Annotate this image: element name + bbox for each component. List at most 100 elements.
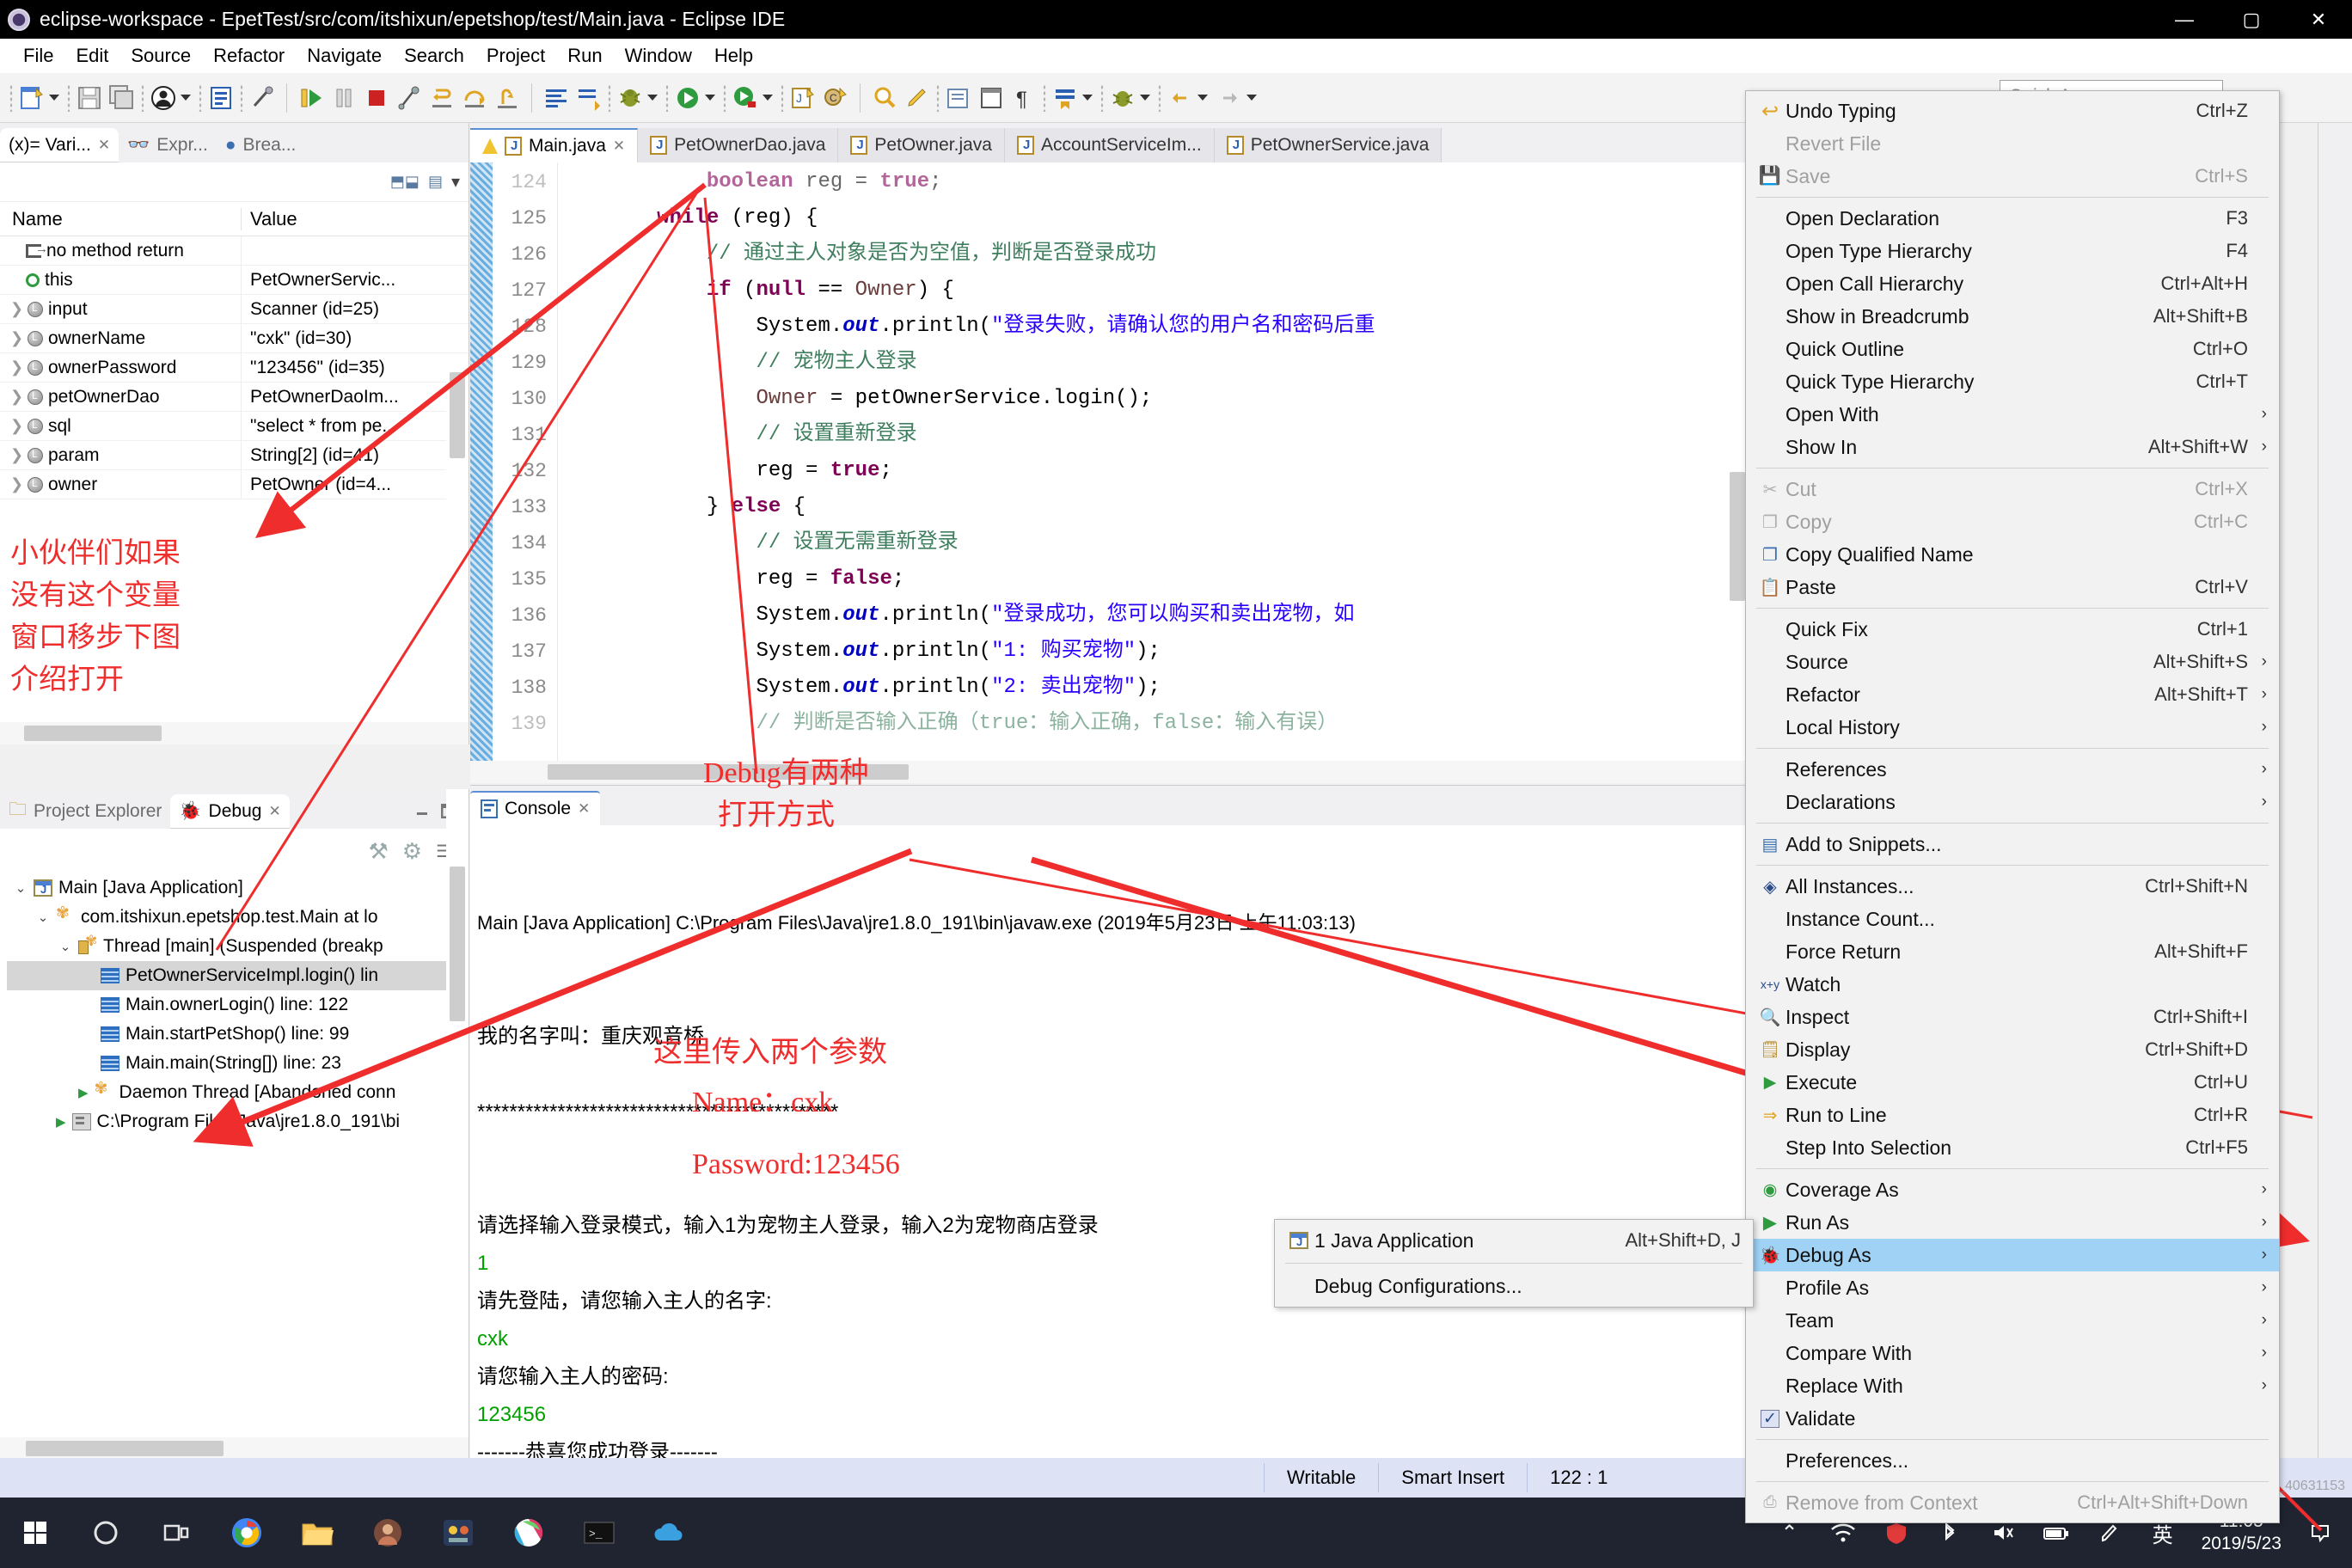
editor-tab[interactable]: PetOwner.java — [838, 128, 1005, 162]
variables-row[interactable]: ❯ownerName"cxk" (id=30) — [0, 324, 469, 353]
breakpoint-ruler[interactable] — [470, 162, 493, 783]
step-into-icon[interactable] — [427, 83, 456, 113]
forward-icon[interactable] — [1215, 83, 1244, 113]
debug-tree-node[interactable]: ▶Daemon Thread [Abandoned conn — [7, 1078, 469, 1107]
submenu-item-1-java-application[interactable]: 1 Java ApplicationAlt+Shift+D, J — [1275, 1222, 1753, 1259]
editor-tab[interactable]: PetOwnerDao.java — [638, 128, 838, 162]
start-icon[interactable] — [0, 1498, 70, 1568]
editor-tab[interactable]: PetOwnerService.java — [1215, 128, 1442, 162]
variables-row[interactable]: ❯paramString[2] (id=41) — [0, 441, 469, 470]
code-line[interactable]: if (null == Owner) { — [558, 273, 1749, 309]
cortana-icon[interactable] — [70, 1498, 141, 1568]
chrome-icon[interactable] — [211, 1498, 282, 1568]
context-menu-item-run-to-line[interactable]: ⇒Run to LineCtrl+R — [1746, 1099, 2279, 1131]
context-menu-item-source[interactable]: SourceAlt+Shift+S› — [1746, 646, 2279, 678]
context-menu-item-open-call-hierarchy[interactable]: Open Call HierarchyCtrl+Alt+H — [1746, 267, 2279, 300]
context-menu-item-instance-count[interactable]: Instance Count... — [1746, 903, 2279, 935]
context-menu-item-compare-with[interactable]: Compare With› — [1746, 1337, 2279, 1369]
step-over-icon[interactable] — [460, 83, 489, 113]
debug-vertical-scrollbar[interactable] — [446, 789, 469, 1434]
variables-row[interactable]: ❯ownerPassword"123456" (id=35) — [0, 353, 469, 383]
bookmark-dropdown-caret-icon[interactable] — [1082, 95, 1093, 101]
context-menu-item-add-to-snippets[interactable]: ▤Add to Snippets... — [1746, 828, 2279, 861]
context-menu-item-copy-qualified-name[interactable]: ❐Copy Qualified Name — [1746, 538, 2279, 571]
debug-threads-icon[interactable]: ⚙ — [402, 838, 422, 865]
next-annotation-icon[interactable] — [574, 83, 603, 113]
new-folder-icon[interactable] — [944, 83, 973, 113]
new-wizard-icon[interactable] — [17, 83, 46, 113]
expand-chevron-icon[interactable]: ⌄ — [14, 880, 28, 896]
context-menu-item-open-declaration[interactable]: Open DeclarationF3 — [1746, 202, 2279, 235]
context-menu-item-declarations[interactable]: Declarations› — [1746, 786, 2279, 818]
back-dropdown-caret-icon[interactable] — [1197, 95, 1208, 101]
code-line[interactable]: System.out.println("2: 卖出宠物"); — [558, 670, 1749, 706]
menu-edit[interactable]: Edit — [64, 41, 119, 70]
save-all-icon[interactable] — [107, 83, 137, 113]
onedrive-icon[interactable] — [634, 1498, 705, 1568]
editor-tab[interactable]: AccountServiceIm... — [1005, 128, 1215, 162]
maximize-button[interactable]: ▢ — [2218, 0, 2285, 39]
search-icon[interactable] — [870, 83, 899, 113]
menu-file[interactable]: File — [12, 41, 64, 70]
person-icon[interactable] — [149, 83, 178, 113]
tab-variables[interactable]: (x)= Vari... ✕ — [0, 128, 119, 162]
tab-project-explorer[interactable]: 🗀 Project Explorer — [0, 794, 170, 829]
context-menu-item-open-type-hierarchy[interactable]: Open Type HierarchyF4 — [1746, 235, 2279, 267]
minimize-button[interactable]: — — [2151, 0, 2218, 39]
pencil-icon[interactable] — [903, 83, 932, 113]
debug-tree-node[interactable]: ⌄Main [Java Application] — [7, 873, 469, 903]
collapse-all-icon[interactable]: ⬒⬓ — [390, 173, 420, 191]
disconnect-icon[interactable] — [395, 83, 424, 113]
code-line[interactable]: boolean reg = true; — [558, 164, 1749, 200]
context-menu-item-open-with[interactable]: Open With› — [1746, 398, 2279, 431]
person-dropdown-icon[interactable] — [181, 95, 191, 101]
tab-breakpoints[interactable]: ● Brea... — [217, 128, 305, 162]
context-menu-item-debug-as[interactable]: 🐞Debug As› — [1746, 1239, 2279, 1271]
variables-row[interactable]: ❯inputScanner (id=25) — [0, 295, 469, 324]
variables-horizontal-scrollbar[interactable] — [0, 722, 469, 744]
context-menu-item-step-into-selection[interactable]: Step Into SelectionCtrl+F5 — [1746, 1131, 2279, 1164]
context-menu-item-watch[interactable]: x+yWatch — [1746, 968, 2279, 1001]
new-file-icon[interactable] — [977, 83, 1006, 113]
source-code[interactable]: boolean reg = true; while (reg) { // 通过主… — [558, 162, 1749, 783]
format-icon[interactable] — [542, 83, 571, 113]
view-menu-icon[interactable]: ▾ — [451, 171, 460, 193]
close-button[interactable]: ✕ — [2285, 0, 2352, 39]
code-line[interactable]: reg = false; — [558, 561, 1749, 597]
code-line[interactable]: Owner = petOwnerService.login(); — [558, 381, 1749, 417]
context-menu-item-force-return[interactable]: Force ReturnAlt+Shift+F — [1746, 935, 2279, 968]
context-menu-item-coverage-as[interactable]: ◉Coverage As› — [1746, 1173, 2279, 1206]
context-menu-item-run-as[interactable]: ▶Run As› — [1746, 1206, 2279, 1239]
variables-row[interactable]: ❯petOwnerDaoPetOwnerDaoIm... — [0, 383, 469, 412]
close-icon[interactable]: ✕ — [613, 138, 625, 155]
save-icon[interactable] — [75, 83, 104, 113]
app-icon-1[interactable] — [352, 1498, 423, 1568]
step-return-icon[interactable] — [493, 83, 522, 113]
app-icon-3[interactable] — [493, 1498, 564, 1568]
context-menu-item-show-in-breadcrumb[interactable]: Show in BreadcrumbAlt+Shift+B — [1746, 300, 2279, 333]
variables-vertical-scrollbar[interactable] — [446, 364, 469, 579]
debug-as-submenu[interactable]: 1 Java ApplicationAlt+Shift+D, JDebug Co… — [1274, 1219, 1754, 1308]
ant-build-dropdown-caret-icon[interactable] — [1140, 95, 1150, 101]
code-line[interactable]: System.out.println("登录成功，您可以购买和卖出宠物，如 — [558, 597, 1749, 634]
context-menu-item-profile-as[interactable]: Profile As› — [1746, 1271, 2279, 1304]
debug-resume-icon[interactable] — [297, 83, 326, 113]
context-menu-item-quick-outline[interactable]: Quick OutlineCtrl+O — [1746, 333, 2279, 365]
coverage-dropdown-caret-icon[interactable] — [763, 95, 773, 101]
context-menu-item-validate[interactable]: ✓Validate — [1746, 1402, 2279, 1435]
tab-console[interactable]: Console ✕ — [470, 791, 600, 825]
debug-tree-node[interactable]: ⌄com.itshixun.epetshop.test.Main at lo — [7, 903, 469, 932]
toolbar-grip[interactable] — [9, 84, 13, 112]
variables-row[interactable]: ❯ownerPetOwner (id=4... — [0, 470, 469, 499]
open-type-icon[interactable] — [206, 83, 236, 113]
context-menu-item-inspect[interactable]: 🔍InspectCtrl+Shift+I — [1746, 1001, 2279, 1033]
context-menu-item-team[interactable]: Team› — [1746, 1304, 2279, 1337]
run-icon[interactable] — [673, 83, 702, 113]
tab-expressions[interactable]: 👓 Expr... — [119, 128, 217, 162]
code-line[interactable]: } else { — [558, 489, 1749, 525]
ant-build-icon[interactable] — [1108, 83, 1137, 113]
app-icon-2[interactable] — [423, 1498, 493, 1568]
context-menu-item-replace-with[interactable]: Replace With› — [1746, 1369, 2279, 1402]
context-menu-item-quick-type-hierarchy[interactable]: Quick Type HierarchyCtrl+T — [1746, 365, 2279, 398]
chevron-right-icon[interactable]: ❯ — [10, 388, 22, 406]
